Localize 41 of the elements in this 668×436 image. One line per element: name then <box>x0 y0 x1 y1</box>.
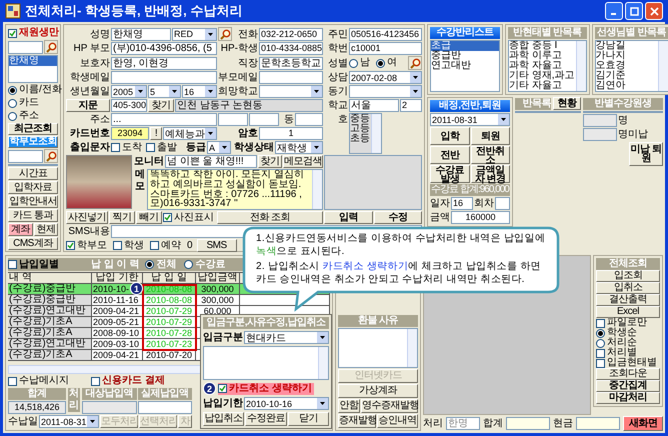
table-cell: (수강료)연고대반 <box>8 306 92 316</box>
table-cell: 2009-04-21 <box>92 350 143 360</box>
panel-header: 합계 <box>8 388 66 400</box>
window-title: 전체처리- 학생등록, 반배정, 수납처리 <box>25 2 242 20</box>
panel-header: 반별수강원생 <box>583 98 663 110</box>
panel-header: 환불 사유 <box>338 315 418 327</box>
table-cell: (수강료)기초A <box>8 350 92 360</box>
table-cell: 300,000 <box>196 284 240 294</box>
table-cell: 2010-07-28 <box>143 328 196 338</box>
popup-panel: 입금구분,사유수정,납입취소 입금구분 현대카드 2 카드취소 생략하기 납입기한 2010-10-16 납입취소 수정완료 닫기 <box>200 314 332 429</box>
panel-header: 수강반리스트 <box>430 27 500 39</box>
table-cell: (수강료)연고대반 <box>8 339 92 349</box>
panel-header: 실제납입액 <box>138 388 192 400</box>
table-cell: 2008-09-10 <box>92 328 143 338</box>
panel-header: 반목록 <box>515 98 551 110</box>
table-cell: 2009-05-21 <box>92 317 143 327</box>
panel-header: 대상납입액 <box>82 388 136 400</box>
table-cell: 2010-07-20 <box>143 350 196 360</box>
table-cell: 2010-07-29 <box>143 306 196 316</box>
table-cell: 2010-08-08 <box>143 295 196 305</box>
table-cell: 2009-03-10 <box>92 339 143 349</box>
table-cell: 2010-07-23 <box>143 339 196 349</box>
number-badge: 2 <box>203 382 216 395</box>
panel-header: 배정,전반,퇴원 <box>430 100 510 112</box>
callout-text: 1.신용카드연동서비스를 이용하여 수납처리한 내역은 납입일에 녹색으로 표시된다. <box>256 232 546 258</box>
panel-header: 입금구분,사유수정,납입취소 <box>203 317 329 329</box>
table-cell: (수강료)중급반 <box>8 284 92 294</box>
panel-header: 반현태별 반목록 <box>508 27 587 39</box>
table-cell: 2009-04-21 <box>92 306 143 316</box>
field-label: 처리 <box>68 388 80 412</box>
panel-header: 선생님별 반목록 <box>594 27 668 39</box>
panel-header: 전체조회 <box>596 258 660 270</box>
table-cell: 2010-11-16 <box>92 295 143 305</box>
table-cell: (수강료)기초A <box>8 328 92 338</box>
callout-text: 2. 납입취소시 카드취소 생략하기에 체크하고 납입취소를 하면 카드 승인내역은 취소가 안되고 수납처리 내역만 취소된다. <box>256 260 542 286</box>
table-cell: 2010-07-29 <box>143 317 196 327</box>
total-label: 수강료 합계:960,000 <box>430 184 510 196</box>
table-cell: (수강료)중급반 <box>8 295 92 305</box>
table-cell: 300,000 <box>196 295 240 305</box>
field-label: 메모 <box>134 169 146 193</box>
table-cell: (수강료)기초A <box>8 317 92 327</box>
